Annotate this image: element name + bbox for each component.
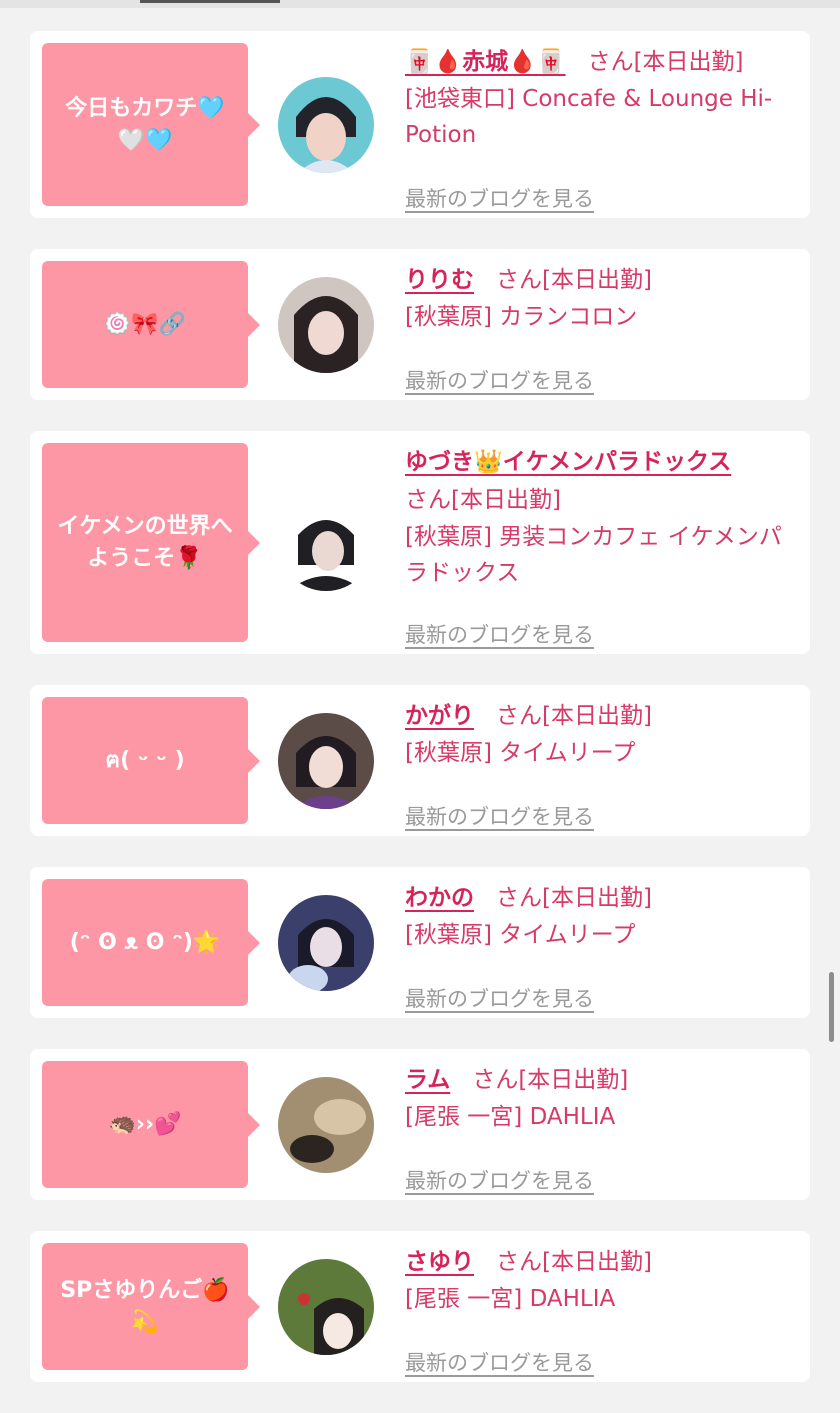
cast-info: ゆづき👑イケメンパラドックス さん[本日出勤] [秋葉原] 男装コンカフェ イケ… xyxy=(405,443,795,647)
cast-card: 🍥🎀🔗 りりむ さん[本日出勤] [秋葉原] カランコロン 最新のブログを見る xyxy=(30,249,810,400)
shop-name: [池袋東口] Concafe & Lounge Hi-Potion xyxy=(405,86,773,148)
comment-bubble: イケメンの世界へようこそ🌹 xyxy=(42,443,260,642)
cast-name-link[interactable]: さゆり xyxy=(405,1249,474,1275)
cast-avatar[interactable] xyxy=(278,1259,374,1355)
cast-card: 🦔››💕 ラム さん[本日出勤] [尾張 一宮] DAHLIA 最新のブログを見る xyxy=(30,1049,810,1200)
attendance-label: さん[本日出勤] xyxy=(496,885,652,911)
comment-bubble: (ᵔ ʘ ᴥ ʘ ᵔ)🌟 xyxy=(42,879,260,1006)
comment-bubble: 🦔››💕 xyxy=(42,1061,260,1188)
cast-avatar[interactable] xyxy=(278,77,374,173)
attendance-label: さん[本日出勤] xyxy=(496,267,652,293)
cast-info: さゆり さん[本日出勤] [尾張 一宮] DAHLIA 最新のブログを見る xyxy=(405,1243,795,1375)
comment-bubble: ฅ( ᵕ ᵕ ) xyxy=(42,697,260,824)
shop-name: [秋葉原] カランコロン xyxy=(405,304,638,330)
cast-avatar[interactable] xyxy=(278,495,374,591)
blog-link[interactable]: 最新のブログを見る xyxy=(405,983,594,1013)
shop-name: [秋葉原] タイムリープ xyxy=(405,740,636,766)
cast-name-link[interactable]: りりむ xyxy=(405,267,474,293)
comment-bubble: 🍥🎀🔗 xyxy=(42,261,260,388)
cast-info: りりむ さん[本日出勤] [秋葉原] カランコロン 最新のブログを見る xyxy=(405,261,795,393)
cast-name-link[interactable]: ラム xyxy=(405,1067,450,1093)
cast-info: ラム さん[本日出勤] [尾張 一宮] DAHLIA 最新のブログを見る xyxy=(405,1061,795,1193)
cast-name-link[interactable]: 🀄🩸赤城🩸🀄 xyxy=(405,49,566,75)
attendance-label: さん[本日出勤] xyxy=(587,49,744,75)
blog-link[interactable]: 最新のブログを見る xyxy=(405,801,594,831)
cast-name-link[interactable]: ゆづき👑イケメンパラドックス xyxy=(405,449,731,475)
blog-link[interactable]: 最新のブログを見る xyxy=(405,183,594,213)
cast-name-link[interactable]: わかの xyxy=(405,885,474,911)
top-scroll-track xyxy=(0,0,840,8)
cast-card: ฅ( ᵕ ᵕ ) かがり さん[本日出勤] [秋葉原] タイムリープ 最新のブログ… xyxy=(30,685,810,836)
shop-name: [秋葉原] 男装コンカフェ イケメンパラドックス xyxy=(405,524,782,586)
cast-card: 今日もカワチ🩵🤍🩵 🀄🩸赤城🩸🀄 さん[本日出勤] [池袋東口] Concafe … xyxy=(30,31,810,218)
comment-bubble: 今日もカワチ🩵🤍🩵 xyxy=(42,43,260,206)
top-scroll-indicator xyxy=(140,0,280,3)
blog-link[interactable]: 最新のブログを見る xyxy=(405,1165,594,1195)
cast-card: イケメンの世界へようこそ🌹 ゆづき👑イケメンパラドックス さん[本日出勤] [秋… xyxy=(30,431,810,654)
shop-name: [秋葉原] タイムリープ xyxy=(405,922,636,948)
cast-list: 今日もカワチ🩵🤍🩵 🀄🩸赤城🩸🀄 さん[本日出勤] [池袋東口] Concafe … xyxy=(30,31,810,1413)
shop-name: [尾張 一宮] DAHLIA xyxy=(405,1286,616,1312)
comment-bubble: SPさゆりんご🍎💫 xyxy=(42,1243,260,1370)
cast-info: わかの さん[本日出勤] [秋葉原] タイムリープ 最新のブログを見る xyxy=(405,879,795,1011)
cast-info: 🀄🩸赤城🩸🀄 さん[本日出勤] [池袋東口] Concafe & Lounge H… xyxy=(405,43,795,211)
blog-link[interactable]: 最新のブログを見る xyxy=(405,365,594,395)
cast-card: SPさゆりんご🍎💫 さゆり さん[本日出勤] [尾張 一宮] DAHLIA 最新の… xyxy=(30,1231,810,1382)
blog-link[interactable]: 最新のブログを見る xyxy=(405,619,594,649)
cast-avatar[interactable] xyxy=(278,277,374,373)
vertical-scrollbar[interactable] xyxy=(829,972,834,1042)
cast-avatar[interactable] xyxy=(278,713,374,809)
cast-avatar[interactable] xyxy=(278,1077,374,1173)
cast-card: (ᵔ ʘ ᴥ ʘ ᵔ)🌟 わかの さん[本日出勤] [秋葉原] タイムリープ 最新… xyxy=(30,867,810,1018)
attendance-label: さん[本日出勤] xyxy=(496,703,652,729)
blog-link[interactable]: 最新のブログを見る xyxy=(405,1347,594,1377)
shop-name: [尾張 一宮] DAHLIA xyxy=(405,1104,616,1130)
cast-avatar[interactable] xyxy=(278,895,374,991)
attendance-label: さん[本日出勤] xyxy=(472,1067,629,1093)
cast-info: かがり さん[本日出勤] [秋葉原] タイムリープ 最新のブログを見る xyxy=(405,697,795,829)
attendance-label: さん[本日出勤] xyxy=(496,1249,652,1275)
attendance-label: さん[本日出勤] xyxy=(405,487,561,513)
cast-name-link[interactable]: かがり xyxy=(405,703,474,729)
